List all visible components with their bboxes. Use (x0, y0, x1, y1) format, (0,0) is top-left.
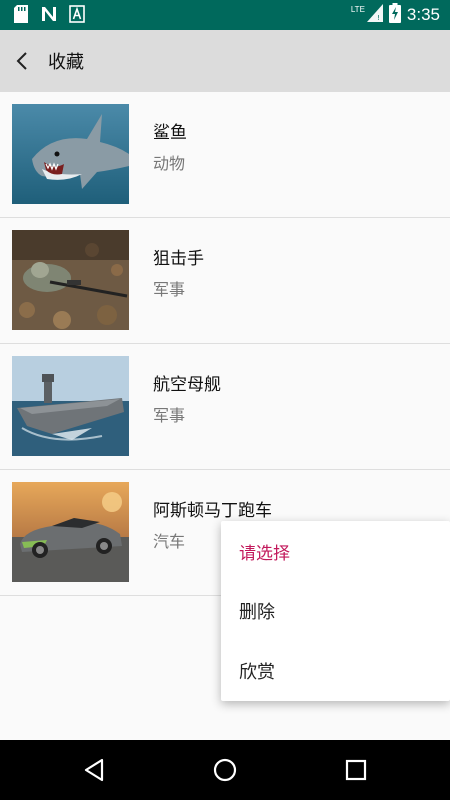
recents-square-icon (345, 759, 367, 781)
battery-charging-icon (388, 3, 401, 27)
item-category: 动物 (153, 154, 186, 173)
back-triangle-icon (84, 758, 104, 782)
delete-menu-item[interactable]: 删除 (221, 581, 450, 641)
list-item[interactable]: 鲨鱼 动物 (0, 92, 450, 218)
item-title: 阿斯顿马丁跑车 (153, 501, 272, 521)
list-item[interactable]: 狙击手 军事 (0, 218, 450, 344)
context-menu-title: 请选择 (239, 543, 290, 564)
item-title: 航空母舰 (153, 375, 221, 395)
svg-text:!: ! (377, 14, 380, 22)
toolbar: 收藏 (0, 30, 450, 92)
view-menu-item[interactable]: 欣赏 (221, 641, 450, 701)
aircraft-carrier-image (12, 356, 129, 456)
chevron-left-icon (16, 52, 27, 70)
item-title: 狙击手 (153, 249, 204, 269)
status-bar: LTE ! 3:35 (0, 0, 450, 30)
back-button[interactable] (0, 30, 44, 92)
clock: 3:35 (406, 5, 440, 24)
signal-icon: ! (366, 4, 383, 26)
item-category: 军事 (153, 406, 186, 425)
nav-recents-button[interactable] (341, 755, 371, 785)
page-title: 收藏 (48, 52, 84, 73)
navigation-bar (0, 740, 450, 800)
sports-car-image (12, 482, 129, 582)
shark-image (12, 104, 129, 204)
item-title: 鲨鱼 (153, 123, 187, 143)
item-category: 汽车 (153, 532, 186, 551)
list-item[interactable]: 航空母舰 军事 (0, 344, 450, 470)
a-notification-icon (68, 5, 86, 23)
item-category: 军事 (153, 280, 186, 299)
sd-card-icon (12, 5, 30, 23)
network-type-label: LTE (350, 4, 365, 14)
home-circle-icon (213, 758, 237, 782)
n-notification-icon (40, 5, 58, 23)
nav-back-button[interactable] (79, 755, 109, 785)
sniper-image (12, 230, 129, 330)
nav-home-button[interactable] (210, 755, 240, 785)
context-menu: 请选择 删除 欣赏 (221, 521, 450, 701)
